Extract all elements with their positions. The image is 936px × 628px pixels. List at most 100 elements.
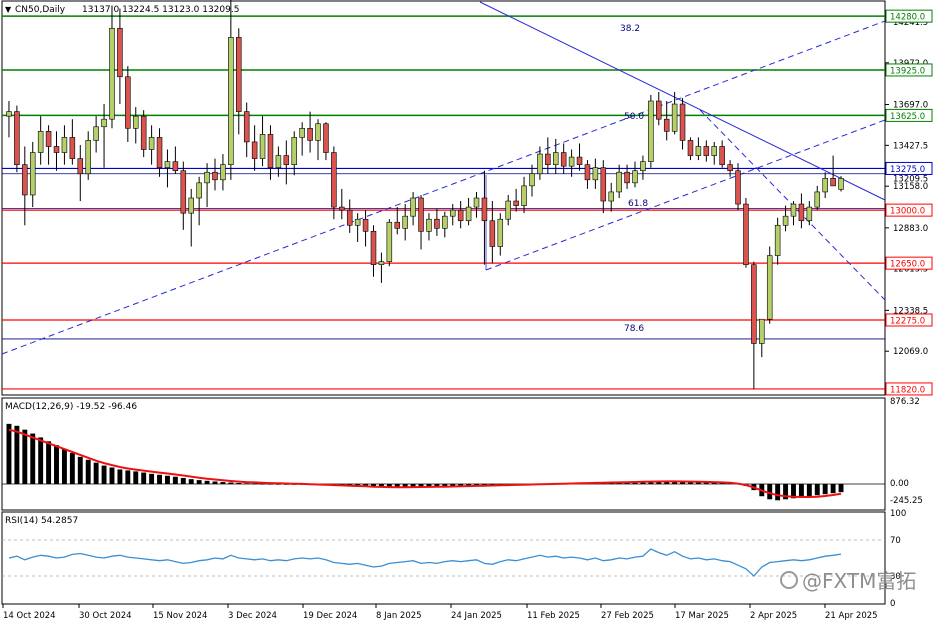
bear-candle-body bbox=[172, 161, 179, 172]
bull-candle-body bbox=[6, 111, 12, 117]
bull-candle-body bbox=[814, 191, 821, 208]
bull-candle-body bbox=[148, 137, 155, 150]
macd-histogram-bar bbox=[822, 484, 828, 495]
bear-candle-body bbox=[53, 146, 60, 153]
chart-window: 38.2 50.0 61.8 78.6 876.32 0.00 -245.25 100 70… bbox=[0, 0, 936, 624]
bear-candle-body bbox=[663, 118, 670, 132]
bull-candle-body bbox=[132, 115, 139, 129]
bull-candle-body bbox=[521, 185, 527, 206]
macd-histogram-bar bbox=[188, 479, 194, 484]
bear-candle-body bbox=[14, 111, 20, 165]
bear-candle-body bbox=[418, 197, 424, 232]
bull-candle-body bbox=[838, 178, 844, 190]
level-badge-label: 13625.0 bbox=[890, 112, 925, 122]
level-badge: 12650.0 bbox=[885, 256, 933, 270]
bull-candle-body bbox=[220, 164, 226, 181]
date-tick-label: 24 Jan 2025 bbox=[451, 611, 502, 621]
bull-candle-body bbox=[402, 215, 408, 229]
price-tick-label: 12069.0 bbox=[893, 347, 928, 357]
macd-histogram-bar bbox=[38, 437, 44, 484]
bear-candle-body bbox=[156, 137, 163, 168]
macd-histogram-bar bbox=[220, 482, 226, 484]
bear-candle-body bbox=[735, 170, 741, 205]
bear-candle-body bbox=[751, 264, 757, 344]
bull-candle-body bbox=[93, 126, 99, 141]
bull-candle-body bbox=[204, 171, 210, 184]
bear-candle-body bbox=[212, 171, 218, 181]
bear-candle-body bbox=[679, 103, 686, 141]
bull-candle-body bbox=[196, 182, 202, 199]
macd-histogram-bar bbox=[180, 477, 186, 484]
bull-candle-body bbox=[315, 123, 321, 141]
date-tick-label: 14 Oct 2024 bbox=[3, 611, 56, 621]
bear-candle-body bbox=[481, 197, 488, 222]
date-tick-label: 2 Apr 2025 bbox=[750, 611, 797, 621]
bear-candle-body bbox=[69, 137, 76, 159]
macd-histogram-bar bbox=[196, 480, 202, 484]
bear-candle-body bbox=[243, 111, 250, 143]
bull-candle-body bbox=[632, 170, 638, 184]
macd-histogram-bar bbox=[109, 467, 115, 484]
date-tick-label: 11 Feb 2025 bbox=[527, 611, 580, 621]
bull-candle-body bbox=[299, 127, 305, 138]
bull-candle-body bbox=[711, 146, 718, 156]
collapse-triangle-icon[interactable]: ▼ bbox=[5, 5, 12, 14]
bear-candle-body bbox=[584, 164, 591, 181]
date-tick-label: 21 Apr 2025 bbox=[825, 611, 878, 621]
level-badge-label: 12650.0 bbox=[890, 260, 925, 270]
macd-histogram-bar bbox=[798, 484, 804, 498]
macd-histogram-bar bbox=[228, 482, 234, 484]
macd-histogram-bar bbox=[838, 484, 844, 493]
bear-candle-body bbox=[703, 146, 710, 156]
bear-candle-body bbox=[394, 221, 401, 229]
bull-candle-body bbox=[774, 224, 781, 256]
macd-histogram-bar bbox=[157, 474, 162, 484]
date-tick-label: 17 Mar 2025 bbox=[675, 611, 729, 621]
price-chart[interactable]: 38.2 50.0 61.8 78.6 876.32 0.00 -245.25 100 70… bbox=[0, 0, 936, 624]
bear-candle-body bbox=[362, 218, 369, 232]
bull-candle-body bbox=[354, 218, 361, 226]
bull-candle-body bbox=[552, 152, 559, 165]
macd-histogram-bar bbox=[101, 465, 107, 484]
fib-level-label: 38.2 bbox=[620, 24, 640, 34]
bull-candle-body bbox=[766, 255, 773, 320]
macd-histogram-bar bbox=[133, 471, 139, 484]
bull-candle-body bbox=[61, 137, 68, 153]
date-tick-label: 3 Dec 2024 bbox=[228, 611, 277, 621]
rsi-axis-label: 70 bbox=[890, 536, 901, 546]
bear-candle-body bbox=[576, 156, 583, 165]
macd-histogram-bar bbox=[46, 441, 52, 484]
date-tick-label: 27 Feb 2025 bbox=[601, 611, 654, 621]
watermark-text: @FXTM富拓 bbox=[802, 569, 916, 593]
macd-histogram-bar bbox=[61, 449, 67, 484]
bull-candle-body bbox=[228, 37, 234, 165]
bear-candle-body bbox=[236, 37, 242, 112]
fxtm-watermark: @FXTM富拓 bbox=[780, 569, 916, 593]
rsi-axis-label: 0 bbox=[890, 599, 895, 609]
bull-candle-body bbox=[426, 218, 432, 232]
bear-candle-body bbox=[22, 164, 28, 196]
instrument-label: CN50,Daily bbox=[15, 5, 66, 15]
bear-candle-body bbox=[307, 127, 313, 141]
bull-candle-body bbox=[505, 200, 511, 220]
macd-axis-label: 876.32 bbox=[890, 397, 920, 407]
macd-histogram-bar bbox=[172, 476, 178, 484]
bull-candle-body bbox=[85, 140, 91, 175]
bear-candle-body bbox=[45, 131, 52, 147]
level-badge: 13625.0 bbox=[885, 108, 933, 122]
level-badge-label: 13000.0 bbox=[890, 207, 925, 217]
bear-candle-body bbox=[719, 146, 725, 165]
bear-candle-body bbox=[346, 209, 353, 226]
bull-candle-body bbox=[568, 156, 575, 167]
level-badge: 12275.0 bbox=[885, 313, 933, 327]
macd-histogram-bar bbox=[85, 459, 91, 484]
candle bbox=[766, 246, 773, 324]
date-tick-label: 8 Jan 2025 bbox=[376, 611, 422, 621]
macd-histogram-bar bbox=[244, 483, 250, 485]
date-tick-label: 19 Dec 2024 bbox=[303, 611, 357, 621]
level-badge-label: 13925.0 bbox=[890, 66, 925, 76]
bull-candle-body bbox=[378, 261, 385, 265]
price-tick-label: 12883.0 bbox=[893, 224, 928, 234]
date-tick-label: 15 Nov 2024 bbox=[153, 611, 207, 621]
bull-candle-body bbox=[782, 215, 789, 226]
